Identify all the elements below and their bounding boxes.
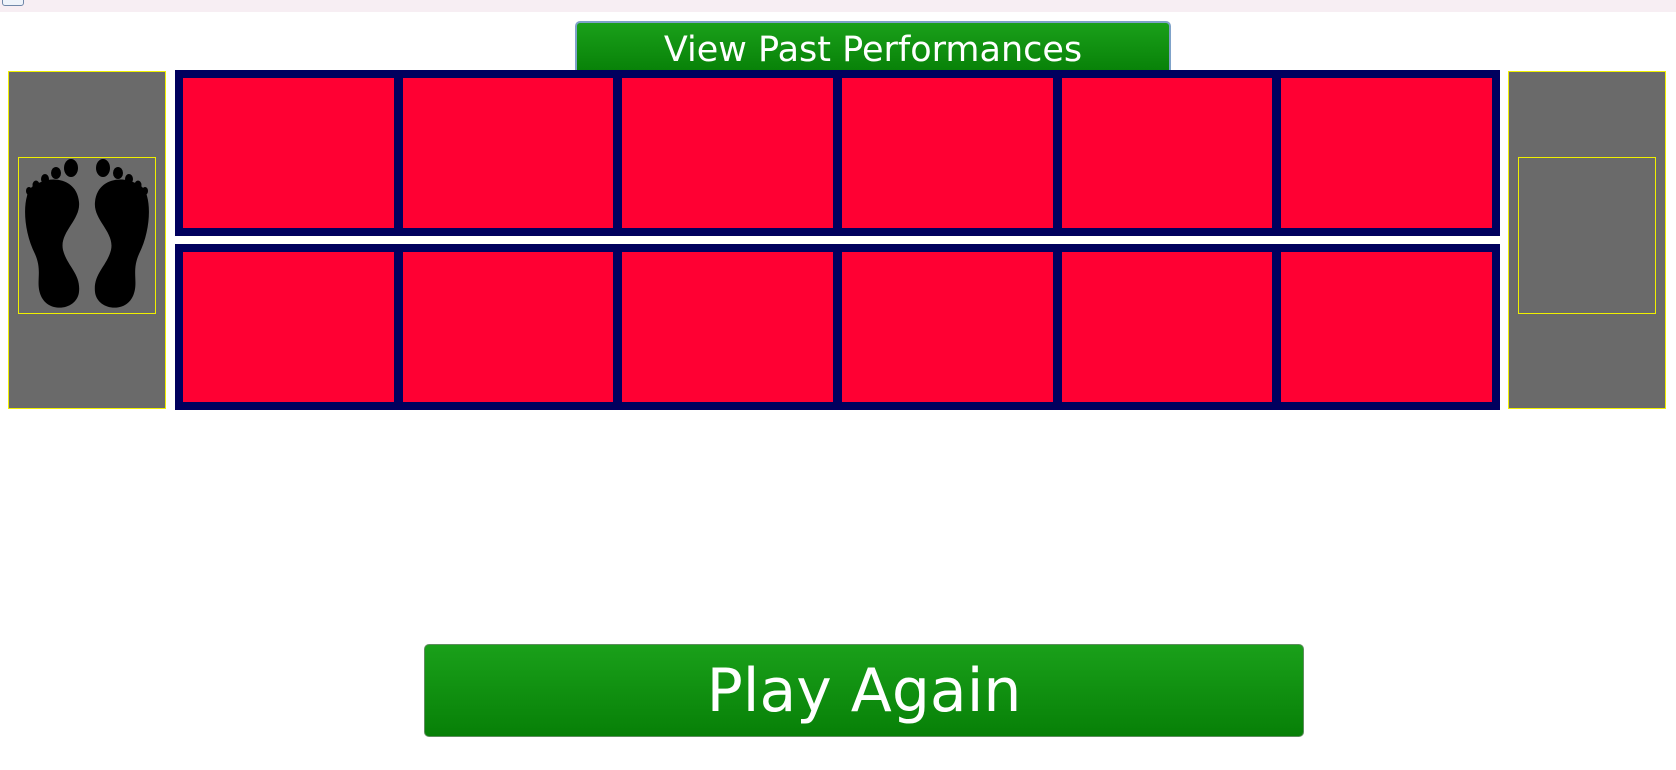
tile-r2-c6[interactable] (1281, 252, 1493, 402)
tile-r2-c1[interactable] (183, 252, 394, 402)
window-icon (2, 0, 24, 6)
tile-r2-c2[interactable] (402, 252, 614, 402)
top-bar (0, 0, 1676, 12)
tile-r1-c4[interactable] (842, 78, 1053, 228)
right-panel (1508, 71, 1666, 409)
footprints-icon (25, 159, 149, 308)
play-again-button[interactable]: Play Again (424, 644, 1304, 737)
left-slot[interactable] (18, 157, 156, 314)
tile-r1-c1[interactable] (183, 78, 394, 228)
tile-r1-c2[interactable] (402, 78, 614, 228)
tile-r1-c3[interactable] (622, 78, 834, 228)
tile-r2-c5[interactable] (1061, 252, 1273, 402)
tile-row-2 (175, 244, 1500, 410)
tile-r1-c5[interactable] (1061, 78, 1273, 228)
tile-row-1 (175, 70, 1500, 236)
left-panel (8, 71, 166, 409)
right-slot[interactable] (1518, 157, 1656, 314)
view-past-performances-button[interactable]: View Past Performances (575, 21, 1171, 73)
tile-r2-c3[interactable] (622, 252, 834, 402)
tile-r1-c6[interactable] (1281, 78, 1493, 228)
tile-r2-c4[interactable] (842, 252, 1053, 402)
